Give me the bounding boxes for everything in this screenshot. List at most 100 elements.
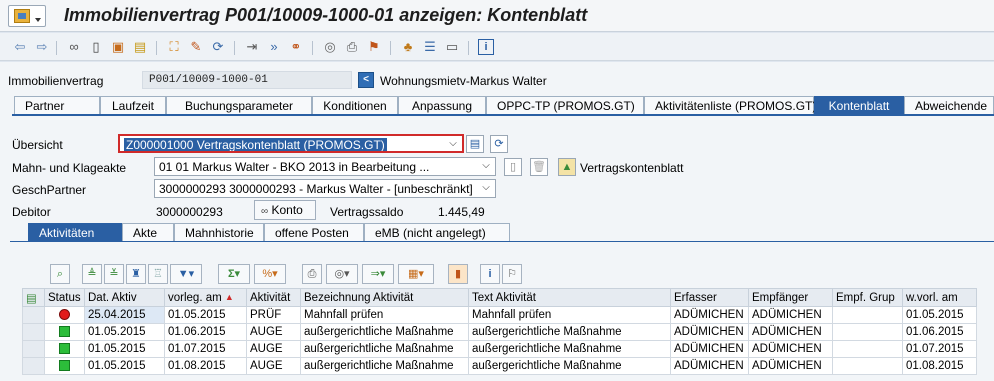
row-selector[interactable] bbox=[22, 323, 45, 341]
date-active-cell[interactable]: 25.04.2015 bbox=[84, 306, 165, 324]
refresh-icon[interactable]: ⟳ bbox=[210, 39, 226, 55]
choose-layout-icon[interactable]: ▤ bbox=[466, 135, 484, 153]
table-row[interactable]: 01.05.2015 01.06.2015 AUGE außergerichtl… bbox=[22, 323, 977, 341]
activity-desc-cell[interactable]: außergerichtliche Maßnahme bbox=[300, 340, 469, 358]
recipient-group-cell[interactable] bbox=[832, 357, 903, 375]
tab-buchungsparameter[interactable]: Buchungsparameter bbox=[166, 96, 312, 114]
activity-cell[interactable]: AUGE bbox=[246, 357, 301, 375]
contract-number-field[interactable]: P001/10009-1000-01 bbox=[142, 71, 352, 89]
date-active-cell[interactable]: 01.05.2015 bbox=[84, 340, 165, 358]
info-icon[interactable]: i bbox=[478, 39, 494, 55]
copy-icon[interactable]: ▣ bbox=[110, 39, 126, 55]
submit-date-cell[interactable]: 01.05.2015 bbox=[164, 306, 247, 324]
row-selector[interactable] bbox=[22, 306, 45, 324]
tab-oppc-tp[interactable]: OPPC-TP (PROMOS.GT) bbox=[486, 96, 644, 114]
refresh-icon[interactable]: ⟳ bbox=[490, 135, 508, 153]
edit-icon[interactable]: ✎ bbox=[188, 39, 204, 55]
column-header[interactable]: Status bbox=[44, 288, 85, 307]
activity-desc-cell[interactable]: außergerichtliche Maßnahme bbox=[300, 323, 469, 341]
overview-dropdown[interactable]: Z000001000 Vertragskontenblatt (PROMOS.G… bbox=[118, 134, 464, 153]
filter-icon[interactable]: ▼▾ bbox=[170, 264, 202, 284]
activity-cell[interactable]: AUGE bbox=[246, 323, 301, 341]
resubmit-date-cell[interactable]: 01.05.2015 bbox=[902, 306, 977, 324]
tab-anpassung[interactable]: Anpassung bbox=[398, 96, 486, 114]
hierarchy-icon[interactable]: ⛶ bbox=[166, 39, 182, 55]
tab-konditionen[interactable]: Konditionen bbox=[312, 96, 398, 114]
recipient-group-cell[interactable] bbox=[832, 306, 903, 324]
column-header[interactable]: Bezeichnung Aktivität bbox=[300, 288, 469, 307]
sort-ascending-icon[interactable]: ≜ bbox=[82, 264, 102, 284]
resubmit-date-cell[interactable]: 01.06.2015 bbox=[902, 323, 977, 341]
tab-partner[interactable]: Partner bbox=[14, 96, 100, 114]
account-sheet-link[interactable]: Vertragskontenblatt bbox=[580, 161, 683, 175]
mountain-icon[interactable]: ▲ bbox=[558, 158, 576, 176]
org-icon[interactable]: ♣ bbox=[400, 39, 416, 55]
creator-cell[interactable]: ADÜMICHEN bbox=[670, 340, 749, 358]
creator-cell[interactable]: ADÜMICHEN bbox=[670, 357, 749, 375]
subtab-emb[interactable]: eMB (nicht angelegt) bbox=[364, 223, 510, 241]
layout-icon[interactable]: ▦▾ bbox=[398, 264, 434, 284]
table-row[interactable]: 25.04.2015 01.05.2015 PRÜF Mahnfall prüf… bbox=[22, 306, 977, 324]
activity-text-cell[interactable]: Mahnfall prüfen bbox=[468, 306, 671, 324]
select-all-icon[interactable]: ▤ bbox=[22, 288, 45, 307]
subtab-aktivitaeten[interactable]: Aktivitäten bbox=[28, 223, 122, 241]
find-next-icon[interactable]: ♖ bbox=[148, 264, 168, 284]
translate-icon[interactable]: ⚐ bbox=[502, 264, 522, 284]
column-header[interactable]: Empf. Grup bbox=[832, 288, 903, 307]
views-icon[interactable]: ◎▾ bbox=[326, 264, 358, 284]
chain-icon[interactable]: ⚭ bbox=[288, 39, 304, 55]
recipient-cell[interactable]: ADÜMICHEN bbox=[748, 323, 833, 341]
info-icon[interactable]: i bbox=[480, 264, 500, 284]
system-menu-button[interactable] bbox=[8, 5, 46, 27]
tab-laufzeit[interactable]: Laufzeit bbox=[100, 96, 166, 114]
target-icon[interactable]: ◎ bbox=[322, 39, 338, 55]
subtab-mahnhistorie[interactable]: Mahnhistorie bbox=[174, 223, 264, 241]
window-icon[interactable]: ▭ bbox=[444, 39, 460, 55]
column-header[interactable]: Dat. Aktiv bbox=[84, 288, 165, 307]
column-header[interactable]: Aktivität bbox=[246, 288, 301, 307]
new-document-icon[interactable]: ▯ bbox=[504, 158, 522, 176]
table-row[interactable]: 01.05.2015 01.07.2015 AUGE außergerichtl… bbox=[22, 340, 977, 358]
creator-cell[interactable]: ADÜMICHEN bbox=[670, 306, 749, 324]
partner-dropdown[interactable]: 3000000293 3000000293 - Markus Walter - … bbox=[154, 179, 496, 198]
recipient-group-cell[interactable] bbox=[832, 323, 903, 341]
submit-date-cell[interactable]: 01.06.2015 bbox=[164, 323, 247, 341]
find-icon[interactable]: ♜ bbox=[126, 264, 146, 284]
recipient-cell[interactable]: ADÜMICHEN bbox=[748, 340, 833, 358]
forward-icon[interactable]: ⇨ bbox=[34, 39, 50, 55]
subtab-akte[interactable]: Akte bbox=[122, 223, 174, 241]
row-selector[interactable] bbox=[22, 357, 45, 375]
clipboard-icon[interactable]: ▤ bbox=[132, 39, 148, 55]
creator-cell[interactable]: ADÜMICHEN bbox=[670, 323, 749, 341]
print-icon[interactable]: ⎙ bbox=[302, 264, 322, 284]
column-header[interactable]: Text Aktivität bbox=[468, 288, 671, 307]
back-icon[interactable]: ⇦ bbox=[12, 39, 28, 55]
graphic-icon[interactable]: ▮ bbox=[448, 264, 468, 284]
column-header[interactable]: Empfänger bbox=[748, 288, 833, 307]
recipient-cell[interactable]: ADÜMICHEN bbox=[748, 306, 833, 324]
subtotal-icon[interactable]: %▾ bbox=[254, 264, 286, 284]
recipient-cell[interactable]: ADÜMICHEN bbox=[748, 357, 833, 375]
activity-desc-cell[interactable]: Mahnfall prüfen bbox=[300, 306, 469, 324]
submit-date-cell[interactable]: 01.07.2015 bbox=[164, 340, 247, 358]
glasses-icon[interactable]: ∞ bbox=[66, 39, 82, 55]
print-icon[interactable]: ⎙ bbox=[344, 39, 360, 55]
activity-text-cell[interactable]: außergerichtliche Maßnahme bbox=[468, 357, 671, 375]
tab-aktivitaetenliste[interactable]: Aktivitätenliste (PROMOS.GT) bbox=[644, 96, 816, 114]
activity-cell[interactable]: AUGE bbox=[246, 340, 301, 358]
activity-cell[interactable]: PRÜF bbox=[246, 306, 301, 324]
prev-contract-icon[interactable]: < bbox=[358, 72, 374, 88]
account-button[interactable]: ∞ Konto bbox=[254, 200, 316, 220]
tab-abweichende[interactable]: Abweichende bbox=[904, 96, 994, 114]
delete-icon[interactable]: 🗑 bbox=[530, 158, 548, 176]
flag-icon[interactable]: ⚑ bbox=[366, 39, 382, 55]
new-document-icon[interactable]: ▯ bbox=[88, 39, 104, 55]
date-active-cell[interactable]: 01.05.2015 bbox=[84, 357, 165, 375]
list-icon[interactable]: ☰ bbox=[422, 39, 438, 55]
tab-kontenblatt[interactable]: Kontenblatt bbox=[814, 96, 904, 114]
export-icon[interactable]: ⇒▾ bbox=[362, 264, 394, 284]
table-row[interactable]: 01.05.2015 01.08.2015 AUGE außergerichtl… bbox=[22, 357, 977, 375]
column-header[interactable]: w.vorl. am bbox=[902, 288, 977, 307]
submit-date-cell[interactable]: 01.08.2015 bbox=[164, 357, 247, 375]
column-header[interactable]: vorleg. am ▲ bbox=[164, 288, 247, 307]
